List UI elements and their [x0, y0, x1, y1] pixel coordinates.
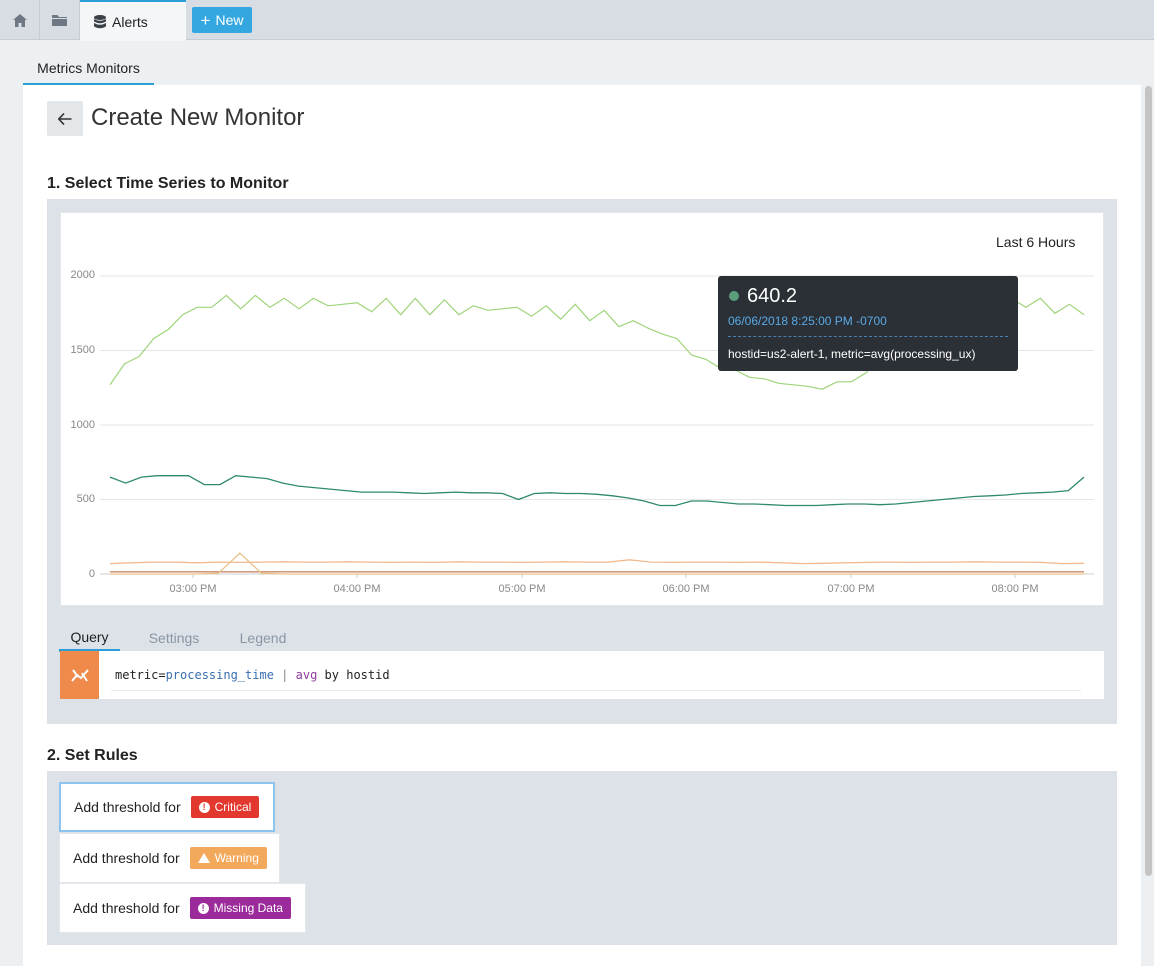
warning-triangle-icon [197, 853, 210, 863]
missing-data-badge: ! Missing Data [189, 897, 291, 919]
series-line-3[interactable] [109, 559, 1085, 565]
query-function: avg [295, 668, 318, 682]
query-text[interactable]: metric=processing_time | avg by hostid [115, 668, 390, 682]
query-type-toggle[interactable] [60, 651, 99, 699]
warning-badge: Warning [189, 847, 267, 869]
rule-label: Add threshold for [73, 850, 180, 866]
tab-legend[interactable]: Legend [232, 624, 294, 652]
tooltip-series-label: hostid=us2-alert-1, metric=avg(processin… [728, 347, 976, 361]
add-threshold-critical[interactable]: Add threshold for ! Critical [59, 782, 275, 832]
query-prefix: metric= [115, 668, 166, 682]
alert-circle-icon: ! [197, 902, 209, 914]
add-threshold-warning[interactable]: Add threshold for Warning [59, 833, 280, 883]
tooltip-value: 640.2 [747, 285, 798, 307]
query-underline [111, 690, 1081, 691]
tab-query[interactable]: Query [59, 624, 120, 652]
warning-badge-label: Warning [214, 851, 259, 865]
tab-settings[interactable]: Settings [140, 624, 208, 652]
metrics-icon [70, 669, 89, 682]
series-line-4[interactable] [110, 552, 1084, 575]
section-set-rules-title: 2. Set Rules [47, 747, 138, 764]
tooltip-divider [728, 336, 1008, 337]
rule-label: Add threshold for [74, 799, 181, 815]
query-pipe: | [273, 668, 296, 682]
series-color-dot [729, 291, 739, 301]
missing-data-badge-label: Missing Data [213, 901, 283, 915]
series-line-2[interactable] [109, 475, 1085, 507]
rule-label: Add threshold for [73, 900, 180, 916]
chart-tooltip: 640.2 06/06/2018 8:25:00 PM -0700 hostid… [718, 276, 1018, 371]
tooltip-timestamp: 06/06/2018 8:25:00 PM -0700 [728, 314, 887, 328]
alert-circle-icon: ! [198, 801, 210, 813]
query-metric: processing_time [165, 668, 274, 682]
critical-badge-label: Critical [214, 800, 252, 814]
critical-badge: ! Critical [190, 796, 260, 818]
query-suffix: by hostid [317, 668, 390, 682]
add-threshold-missing-data[interactable]: Add threshold for ! Missing Data [59, 883, 306, 933]
